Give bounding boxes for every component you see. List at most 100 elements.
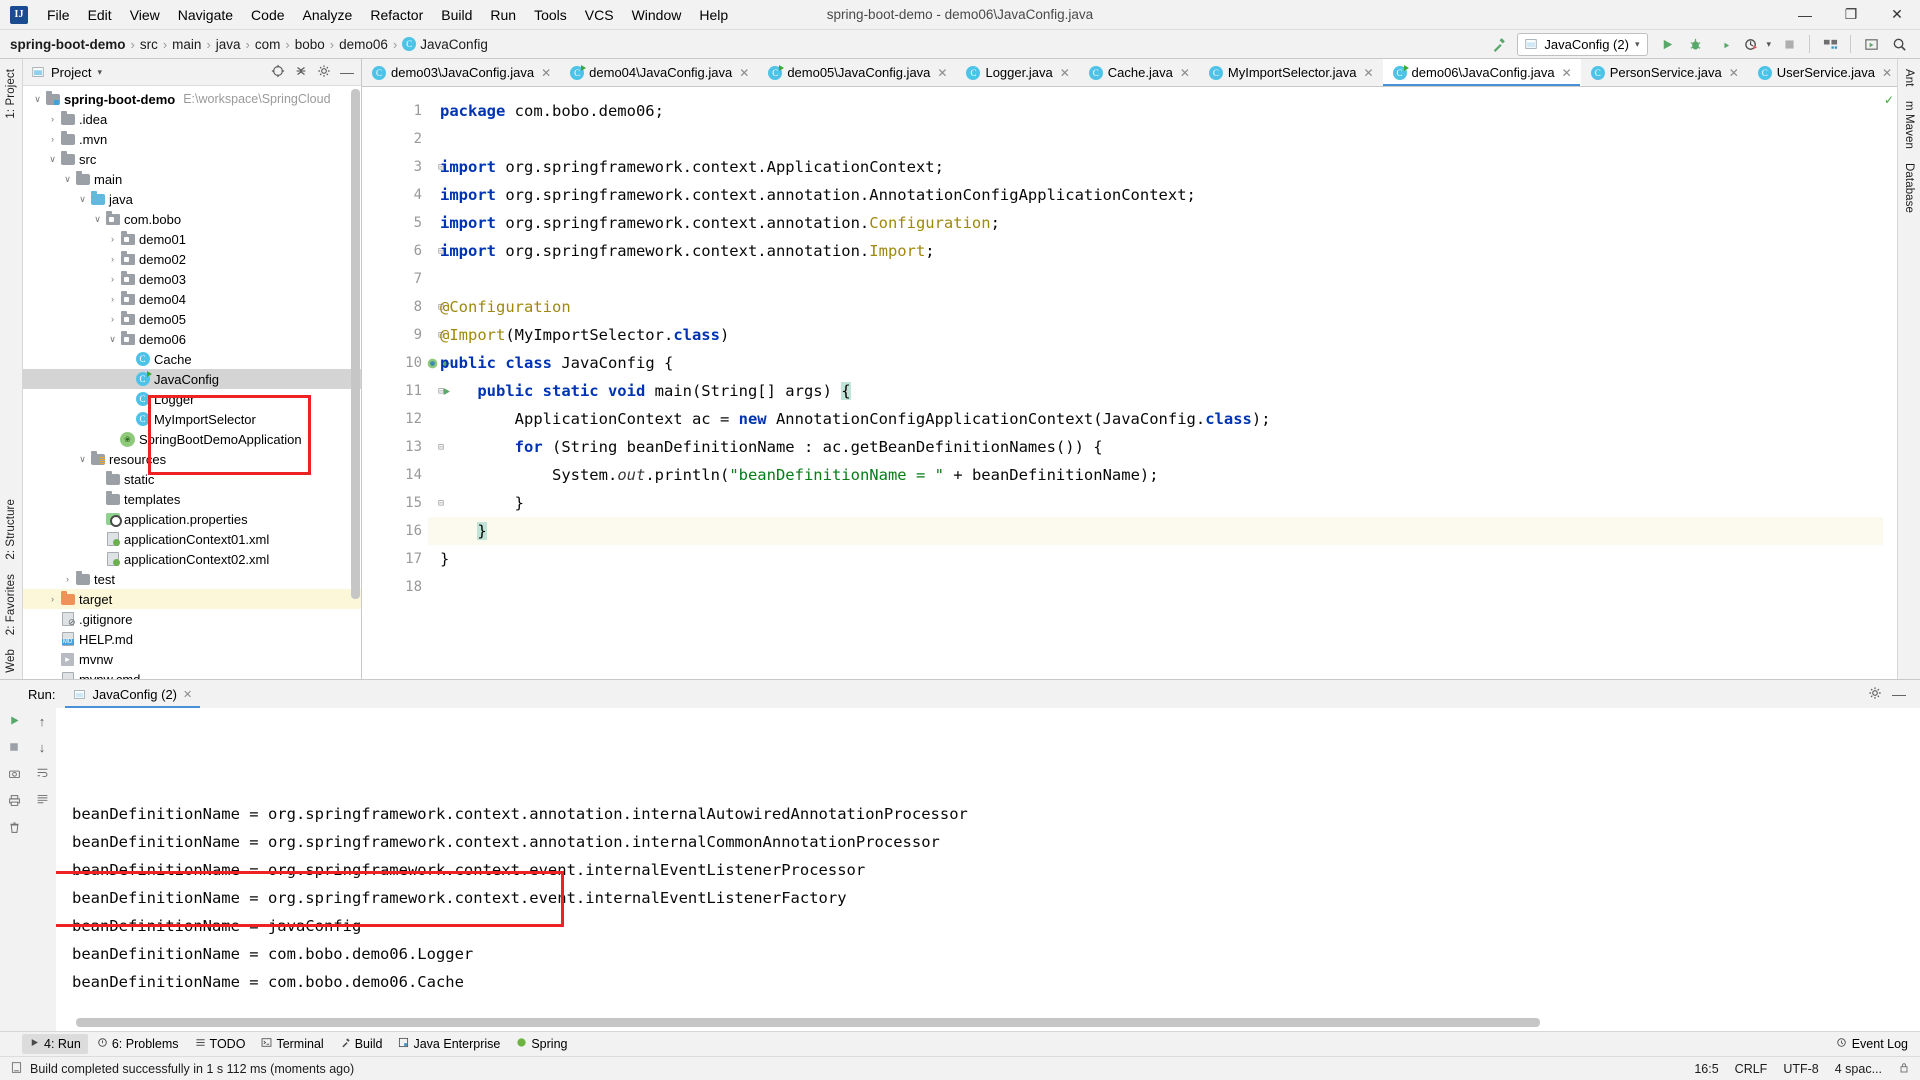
profiler-chevron-down-icon[interactable]: ▾ <box>1766 39 1771 50</box>
close-icon[interactable]: ✕ <box>1363 66 1373 80</box>
code-line-12[interactable]: ApplicationContext ac = new AnnotationCo… <box>428 405 1883 433</box>
tree-item-applicationcontext01-xml[interactable]: applicationContext01.xml <box>23 529 361 549</box>
tree-item-springbootdemoapplication[interactable]: ❀SpringBootDemoApplication <box>23 429 361 449</box>
breadcrumb-item-bobo[interactable]: bobo <box>295 37 325 52</box>
tree-expander[interactable]: ∨ <box>61 174 74 185</box>
tree-expander[interactable]: › <box>106 274 119 284</box>
editor-tab-demo05-javaconfig-java[interactable]: Cdemo05\JavaConfig.java✕ <box>758 59 956 86</box>
tree-item-applicationcontext02-xml[interactable]: applicationContext02.xml <box>23 549 361 569</box>
tree-item-demo01[interactable]: ›demo01 <box>23 229 361 249</box>
tree-expander[interactable]: › <box>46 594 59 604</box>
gutter-line-1[interactable]: 1 <box>362 97 428 125</box>
gutter-line-15[interactable]: 15⊟ <box>362 489 428 517</box>
gutter-line-17[interactable]: 17 <box>362 545 428 573</box>
sidebar-item-favorites[interactable]: 2: Favorites <box>2 568 20 641</box>
gear-icon[interactable] <box>1868 686 1882 703</box>
sidebar-item-web[interactable]: Web <box>2 643 20 679</box>
debug-icon[interactable] <box>1682 32 1708 56</box>
breadcrumb-item-spring-boot-demo[interactable]: spring-boot-demo <box>10 37 125 52</box>
menu-run[interactable]: Run <box>481 3 525 27</box>
menu-refactor[interactable]: Refactor <box>361 3 432 27</box>
run-icon[interactable] <box>1654 32 1680 56</box>
tree-expander[interactable]: › <box>46 114 59 124</box>
tool-window-6-problems[interactable]: 6: Problems <box>90 1034 186 1054</box>
console-horizontal-scrollbar[interactable] <box>76 1018 1540 1027</box>
gutter-line-14[interactable]: 14 <box>362 461 428 489</box>
code-line-16[interactable]: } <box>428 517 1883 545</box>
tool-window-4-run[interactable]: 4: Run <box>22 1034 88 1054</box>
code-line-15[interactable]: } <box>428 489 1883 517</box>
lock-icon[interactable] <box>1898 1061 1910 1077</box>
code-line-11[interactable]: public static void main(String[] args) { <box>428 377 1883 405</box>
tree-item-cache[interactable]: CCache <box>23 349 361 369</box>
code-line-10[interactable]: public class JavaConfig { <box>428 349 1883 377</box>
tree-item-java[interactable]: ∨java <box>23 189 361 209</box>
tool-window-terminal[interactable]: Terminal <box>254 1034 330 1054</box>
menu-analyze[interactable]: Analyze <box>294 3 362 27</box>
collapse-all-icon[interactable] <box>291 64 311 81</box>
soft-wrap-icon[interactable] <box>36 766 49 782</box>
breadcrumb-item-java[interactable]: java <box>216 37 241 52</box>
breadcrumb-item-javaconfig[interactable]: CJavaConfig <box>402 37 488 52</box>
gutter-line-12[interactable]: 12 <box>362 405 428 433</box>
gutter-line-10[interactable]: 10 <box>362 349 428 377</box>
breadcrumb-item-com[interactable]: com <box>255 37 281 52</box>
gutter-line-16[interactable]: 16⊟ <box>362 517 428 545</box>
tree-expander[interactable]: ∨ <box>46 154 59 165</box>
tool-window-java-enterprise[interactable]: Java Enterprise <box>391 1034 507 1054</box>
gutter-line-18[interactable]: 18 <box>362 573 428 601</box>
breadcrumb-item-main[interactable]: main <box>172 37 201 52</box>
gutter-line-2[interactable]: 2 <box>362 125 428 153</box>
menu-vcs[interactable]: VCS <box>576 3 623 27</box>
file-encoding[interactable]: UTF-8 <box>1783 1062 1818 1076</box>
gutter-line-3[interactable]: 3⊟ <box>362 153 428 181</box>
editor-tab-strip[interactable]: Cdemo03\JavaConfig.java✕Cdemo04\JavaConf… <box>362 59 1897 87</box>
code-line-3[interactable]: import org.springframework.context.Appli… <box>428 153 1883 181</box>
rerun-icon[interactable] <box>8 714 21 730</box>
tool-window-spring[interactable]: Spring <box>509 1034 574 1054</box>
down-icon[interactable]: ↓ <box>39 740 46 755</box>
code-line-13[interactable]: for (String beanDefinitionName : ac.getB… <box>428 433 1883 461</box>
tree-item-main[interactable]: ∨main <box>23 169 361 189</box>
close-icon[interactable]: ✕ <box>1562 66 1572 80</box>
tree-expander[interactable]: › <box>61 574 74 584</box>
menu-build[interactable]: Build <box>432 3 481 27</box>
gutter-line-4[interactable]: 4 <box>362 181 428 209</box>
caret-position[interactable]: 16:5 <box>1694 1062 1718 1076</box>
editor-tab-personservice-java[interactable]: CPersonService.java✕ <box>1581 59 1748 86</box>
close-icon[interactable]: ✕ <box>937 66 947 80</box>
menu-navigate[interactable]: Navigate <box>169 3 242 27</box>
run-configuration-selector[interactable]: JavaConfig (2) ▾ <box>1517 33 1648 56</box>
tree-expander[interactable]: › <box>106 294 119 304</box>
close-button[interactable]: ✕ <box>1874 0 1920 29</box>
menu-edit[interactable]: Edit <box>79 3 121 27</box>
code-line-5[interactable]: import org.springframework.context.annot… <box>428 209 1883 237</box>
stop-icon[interactable] <box>8 741 20 756</box>
tree-item-mvnw-cmd[interactable]: mvnw.cmd <box>23 669 361 679</box>
editor-tab-demo03-javaconfig-java[interactable]: Cdemo03\JavaConfig.java✕ <box>362 59 560 86</box>
close-icon[interactable]: ✕ <box>1060 66 1070 80</box>
gear-icon[interactable] <box>314 64 334 81</box>
tree-item-templates[interactable]: templates <box>23 489 361 509</box>
sidebar-item-maven[interactable]: m Maven <box>1900 95 1918 155</box>
profiler-icon[interactable] <box>1738 32 1764 56</box>
tree-item-spring-boot-demo[interactable]: ∨spring-boot-demoE:\workspace\SpringClou… <box>23 89 361 109</box>
hide-icon[interactable]: — <box>1892 686 1906 703</box>
tree-item-application-properties[interactable]: application.properties <box>23 509 361 529</box>
run-tab-javaconfig[interactable]: JavaConfig (2) ✕ <box>65 680 200 708</box>
close-icon[interactable]: ✕ <box>739 66 749 80</box>
tree-item-logger[interactable]: CLogger <box>23 389 361 409</box>
gutter-line-13[interactable]: 13⊟ <box>362 433 428 461</box>
tree-item-demo04[interactable]: ›demo04 <box>23 289 361 309</box>
project-tree-scrollbar[interactable] <box>351 89 360 599</box>
tree-expander[interactable]: ∨ <box>91 214 104 225</box>
close-icon[interactable]: ✕ <box>183 688 192 701</box>
hammer-icon[interactable] <box>1485 32 1511 56</box>
code-line-7[interactable] <box>428 265 1883 293</box>
close-icon[interactable]: ✕ <box>1882 66 1892 80</box>
tree-expander[interactable]: ∨ <box>76 454 89 465</box>
tree-item-demo05[interactable]: ›demo05 <box>23 309 361 329</box>
gutter-line-8[interactable]: 8⊟ <box>362 293 428 321</box>
code-line-4[interactable]: import org.springframework.context.annot… <box>428 181 1883 209</box>
console-output[interactable]: beanDefinitionName = org.springframework… <box>56 708 1920 1031</box>
